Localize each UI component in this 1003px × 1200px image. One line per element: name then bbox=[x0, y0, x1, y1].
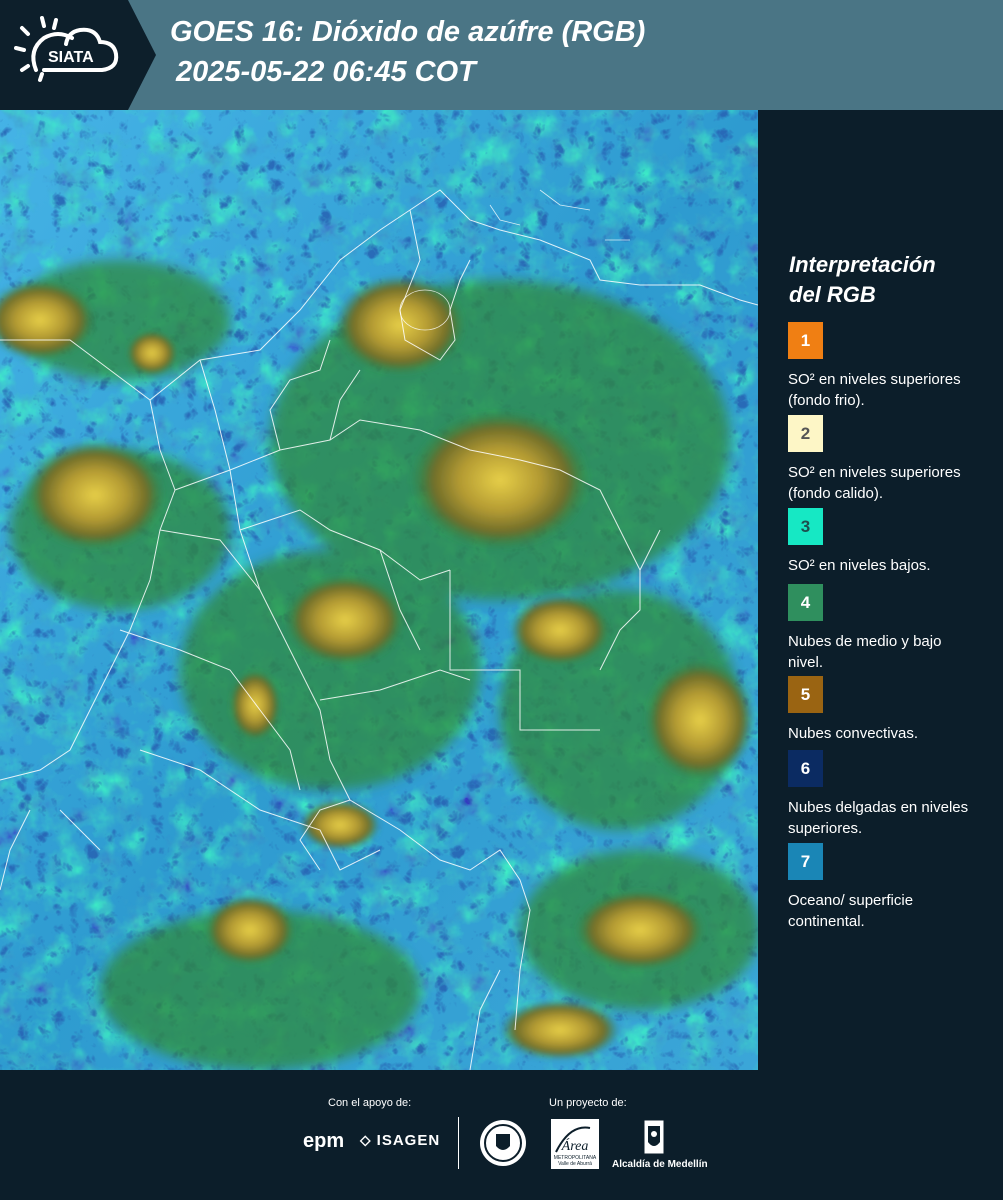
legend-swatch-4: 4 bbox=[788, 584, 823, 621]
legend-label-3: SO² en niveles bajos. bbox=[788, 557, 931, 574]
header-bar: SIATA GOES 16: Dióxido de azúfre (RGB) 2… bbox=[0, 0, 1003, 110]
legend-label-7: Oceano/ superficie continental. bbox=[788, 892, 914, 930]
legend-label-4: Nubes de medio y bajo nivel. bbox=[788, 633, 942, 671]
footer-divider bbox=[458, 1117, 459, 1169]
timestamp: 2025-05-22 06:45 COT bbox=[176, 56, 476, 88]
sun-cloud-icon: SIATA bbox=[14, 16, 119, 82]
isagen-mark-icon: ⬦ bbox=[360, 1132, 377, 1149]
page-title: GOES 16: Dióxido de azúfre (RGB) bbox=[170, 16, 646, 48]
siata-logo: SIATA bbox=[0, 0, 128, 110]
footer: Con el apoyo de: Un proyecto de: epm ⬦ I… bbox=[0, 1070, 1003, 1200]
isagen-logo: ⬦ ISAGEN bbox=[360, 1132, 440, 1149]
legend-title-line1: Interpretación bbox=[789, 252, 936, 277]
legend-swatch-3: 3 bbox=[788, 508, 823, 545]
legend-title: Interpretación del RGB bbox=[789, 250, 989, 310]
svg-text:SIATA: SIATA bbox=[48, 49, 94, 66]
project-label: Un proyecto de: bbox=[549, 1097, 627, 1109]
legend-item-5: 5 Nubes convectivas. bbox=[788, 676, 988, 744]
svg-text:Área: Área bbox=[561, 1137, 589, 1154]
support-label: Con el apoyo de: bbox=[328, 1097, 412, 1109]
legend-swatch-1: 1 bbox=[788, 322, 823, 359]
legend-swatch-7: 7 bbox=[788, 843, 823, 880]
isagen-text: ISAGEN bbox=[376, 1132, 441, 1149]
legend-label-2: SO² en niveles superiores (fondo calido)… bbox=[788, 464, 961, 502]
legend-item-4: 4 Nubes de medio y bajo nivel. bbox=[788, 584, 988, 673]
logo-arrow-shape bbox=[128, 0, 156, 110]
legend-label-5: Nubes convectivas. bbox=[788, 725, 919, 742]
area-metropolitana-logo: Área METROPOLITANA Valle de Aburrá bbox=[551, 1119, 599, 1169]
legend-title-line2: del RGB bbox=[789, 282, 876, 307]
legend-label-6: Nubes delgadas en niveles superiores. bbox=[788, 799, 969, 837]
alcaldia-medellin-text: Alcaldía de Medellín bbox=[612, 1159, 708, 1170]
legend-item-2: 2 SO² en niveles superiores (fondo calid… bbox=[788, 415, 988, 504]
medellin-seal-icon bbox=[480, 1120, 526, 1166]
legend-panel: Interpretación del RGB 1 SO² en niveles … bbox=[762, 110, 1003, 1070]
satellite-rgb-map bbox=[0, 110, 758, 1070]
svg-text:Valle de Aburrá: Valle de Aburrá bbox=[558, 1161, 592, 1167]
map-image bbox=[0, 110, 758, 1070]
legend-swatch-6: 6 bbox=[788, 750, 823, 787]
epm-logo: epm bbox=[303, 1130, 345, 1152]
legend-item-1: 1 SO² en niveles superiores (fondo frio)… bbox=[788, 322, 988, 411]
legend-swatch-2: 2 bbox=[788, 415, 823, 452]
legend-item-7: 7 Oceano/ superficie continental. bbox=[788, 843, 988, 932]
legend-item-3: 3 SO² en niveles bajos. bbox=[788, 508, 988, 576]
legend-swatch-5: 5 bbox=[788, 676, 823, 713]
legend-item-6: 6 Nubes delgadas en niveles superiores. bbox=[788, 750, 988, 839]
alcaldia-shield-icon bbox=[643, 1119, 665, 1155]
legend-label-1: SO² en niveles superiores (fondo frio). bbox=[788, 371, 961, 409]
